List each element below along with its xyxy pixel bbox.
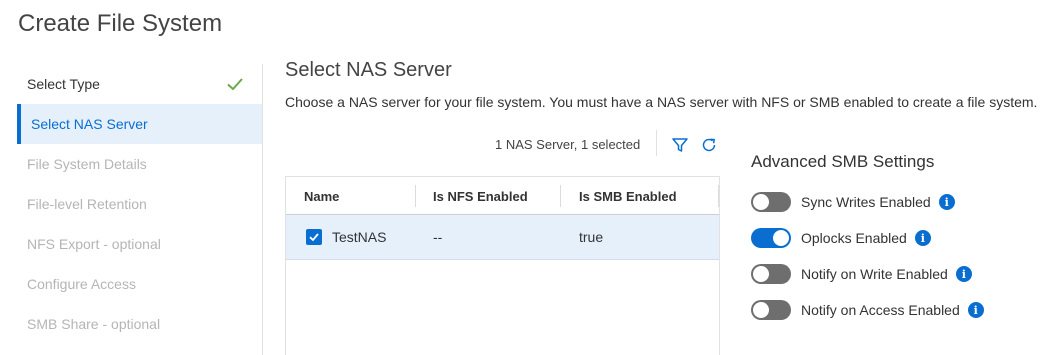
oplocks-toggle[interactable]: [751, 228, 791, 248]
cell-smb-enabled: true: [579, 229, 604, 245]
info-icon[interactable]: i: [955, 266, 972, 282]
column-divider[interactable]: [560, 185, 561, 207]
setting-label: Oplocks Enabled: [801, 230, 907, 246]
setting-notify-on-write: Notify on Write Enabled i: [751, 264, 972, 284]
step-file-level-retention: File-level Retention: [17, 184, 263, 224]
step-label: Configure Access: [27, 276, 136, 292]
cell-name: TestNAS: [332, 229, 387, 245]
step-label: File-level Retention: [27, 196, 147, 212]
column-header-nfs[interactable]: Is NFS Enabled: [433, 189, 528, 204]
step-label: Select Type: [27, 76, 100, 92]
notify-on-write-toggle[interactable]: [751, 264, 791, 284]
step-label: Select NAS Server: [31, 116, 148, 132]
setting-oplocks: Oplocks Enabled i: [751, 228, 931, 248]
filter-icon: [672, 138, 688, 152]
table-header: Name Is NFS Enabled Is SMB Enabled: [286, 176, 719, 215]
setting-label: Notify on Access Enabled: [801, 302, 960, 318]
step-file-system-details: File System Details: [17, 144, 263, 184]
step-select-type[interactable]: Select Type: [17, 64, 263, 104]
selection-count: 1 NAS Server, 1 selected: [495, 137, 641, 152]
setting-notify-on-access: Notify on Access Enabled i: [751, 300, 984, 320]
checkbox-check-icon: [309, 233, 319, 242]
cell-nfs-enabled: --: [433, 229, 443, 245]
step-select-nas-server[interactable]: Select NAS Server: [17, 104, 263, 144]
sidebar-divider: [262, 64, 263, 355]
refresh-icon: [702, 138, 716, 152]
step-smb-share: SMB Share - optional: [17, 304, 263, 344]
advanced-smb-title: Advanced SMB Settings: [751, 152, 935, 171]
refresh-button[interactable]: [698, 134, 720, 156]
step-nfs-export: NFS Export - optional: [17, 224, 263, 264]
notify-on-access-toggle[interactable]: [751, 300, 791, 320]
column-divider[interactable]: [415, 185, 416, 207]
filter-button[interactable]: [669, 134, 691, 156]
toolbar-separator: [656, 130, 657, 156]
step-label: File System Details: [27, 156, 147, 172]
checkmark-icon: [227, 78, 243, 91]
setting-sync-writes: Sync Writes Enabled i: [751, 192, 955, 212]
nas-server-table: Name Is NFS Enabled Is SMB Enabled TestN…: [285, 176, 720, 355]
step-configure-access: Configure Access: [17, 264, 263, 304]
sync-writes-toggle[interactable]: [751, 192, 791, 212]
column-header-name[interactable]: Name: [304, 189, 339, 204]
info-icon[interactable]: i: [967, 302, 984, 318]
setting-label: Notify on Write Enabled: [801, 266, 948, 282]
info-icon[interactable]: i: [914, 230, 931, 246]
section-description: Choose a NAS server for your file system…: [285, 94, 1038, 110]
row-checkbox[interactable]: [306, 229, 322, 245]
column-header-smb[interactable]: Is SMB Enabled: [579, 189, 677, 204]
table-row[interactable]: TestNAS -- true: [286, 215, 719, 260]
step-label: NFS Export - optional: [27, 236, 161, 252]
setting-label: Sync Writes Enabled: [801, 194, 931, 210]
step-label: SMB Share - optional: [27, 316, 161, 332]
info-icon[interactable]: i: [938, 194, 955, 210]
column-divider[interactable]: [718, 185, 719, 207]
section-title: Select NAS Server: [285, 59, 452, 81]
wizard-steps: Select Type Select NAS Server File Syste…: [17, 64, 263, 344]
page-title: Create File System: [18, 10, 223, 37]
